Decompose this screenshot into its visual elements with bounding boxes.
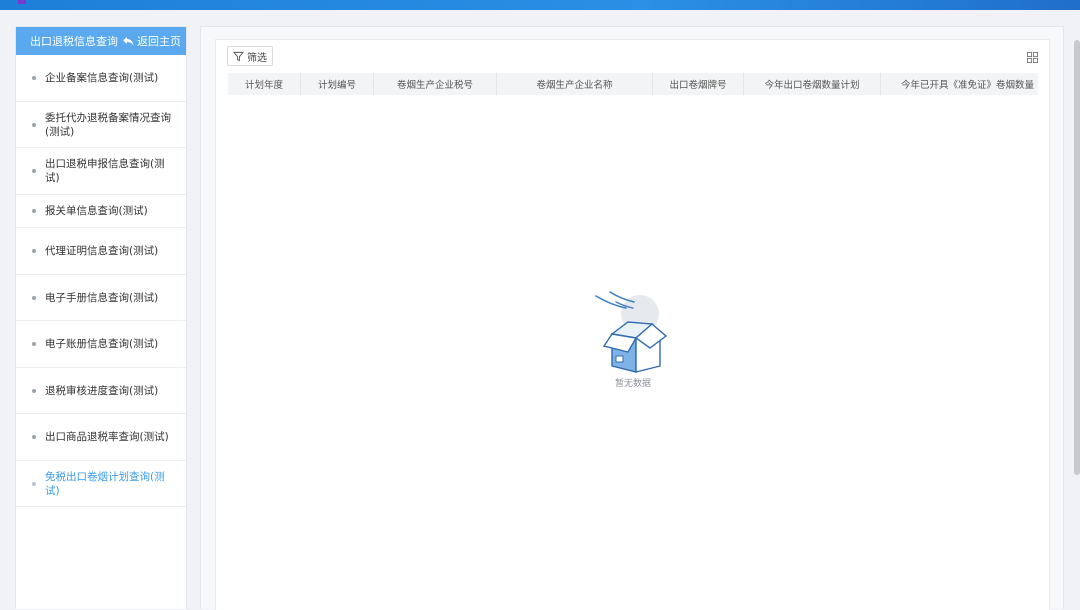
column-header[interactable]: 出口卷烟牌号: [653, 73, 744, 95]
column-header[interactable]: 计划年度: [228, 73, 301, 95]
back-home-label: 返回主页: [137, 35, 181, 48]
back-arrow-icon: [123, 37, 134, 46]
sidebar-title: 出口退税信息查询: [30, 35, 118, 48]
table-header: 计划年度 计划编号 卷烟生产企业税号 卷烟生产企业名称 出口卷烟牌号 今年出口卷烟数量计划…: [228, 73, 1038, 95]
filter-label: 筛选: [247, 52, 267, 64]
sidebar-item-label: 出口退税申报信息查询(测试): [45, 158, 165, 184]
bullet-icon: [32, 388, 36, 393]
sidebar-item-label: 出口商品退税率查询(测试): [45, 431, 169, 443]
bullet-icon: [32, 435, 36, 439]
sidebar-item-label: 电子手册信息查询(测试): [45, 291, 159, 304]
sidebar: 出口退税信息查询 返回主页 企业备案信息查询(测试) 委托代办退税备案情况查询(测…: [15, 26, 187, 609]
sidebar-item[interactable]: 电子账册信息查询(测试): [16, 321, 186, 368]
empty-box-icon: [595, 291, 668, 373]
empty-state-text: 暂无数据: [614, 379, 651, 389]
sidebar-item[interactable]: 代理证明信息查询(测试): [16, 228, 186, 275]
sidebar-item-label: 退税审核进度查询(测试): [45, 384, 159, 397]
funnel-icon: [233, 51, 244, 61]
column-header[interactable]: 卷烟生产企业税号: [374, 73, 497, 95]
sidebar-item-label: 委托代办退税备案情况查询(测试): [45, 111, 171, 138]
page-scrollbar[interactable]: [1074, 40, 1080, 475]
bullet-icon: [32, 342, 36, 346]
bullet-icon: [32, 481, 36, 486]
bullet-icon: [32, 169, 36, 173]
grid-icon[interactable]: [1027, 52, 1038, 63]
sidebar-header: 出口退税信息查询 返回主页: [16, 27, 186, 55]
bullet-icon: [32, 249, 36, 253]
sidebar-menu: 企业备案信息查询(测试) 委托代办退税备案情况查询(测试) 出口退税申报信息查询(测…: [16, 55, 186, 507]
bullet-icon: [32, 122, 36, 127]
sidebar-item[interactable]: 退税审核进度查询(测试): [16, 368, 186, 414]
sidebar-item-label: 免税出口卷烟计划查询(测试): [45, 470, 165, 497]
top-bar-accent: [18, 0, 26, 4]
top-bar: [0, 0, 1080, 10]
sidebar-item-label: 报关单信息查询(测试): [45, 205, 148, 217]
sidebar-item-label: 代理证明信息查询(测试): [45, 245, 159, 257]
back-home-link[interactable]: 返回主页: [122, 33, 181, 49]
column-header[interactable]: 今年已开具《准免证》卷烟数量: [881, 73, 1038, 95]
sidebar-item[interactable]: 报关单信息查询(测试): [16, 195, 186, 228]
bullet-icon: [32, 76, 36, 80]
filter-button[interactable]: 筛选: [227, 46, 273, 66]
column-header[interactable]: 卷烟生产企业名称: [497, 73, 653, 95]
column-header[interactable]: 今年出口卷烟数量计划: [744, 73, 881, 95]
bullet-icon: [32, 295, 36, 300]
bullet-icon: [32, 209, 36, 213]
sidebar-item[interactable]: 免税出口卷烟计划查询(测试): [16, 461, 186, 507]
sidebar-item[interactable]: 委托代办退税备案情况查询(测试): [16, 102, 186, 148]
sidebar-item[interactable]: 出口商品退税率查询(测试): [16, 414, 186, 461]
sidebar-item-label: 电子账册信息查询(测试): [45, 338, 159, 350]
content-area: 筛选 计划年度 计划编号 卷烟生产企业税号 卷烟生产企业名称 出口卷烟牌号 今年出口卷烟数…: [200, 26, 1064, 610]
column-header[interactable]: 计划编号: [301, 73, 374, 95]
results-panel: 筛选 计划年度 计划编号 卷烟生产企业税号 卷烟生产企业名称 出口卷烟牌号 今年出口卷烟数…: [215, 39, 1050, 610]
sidebar-item[interactable]: 电子手册信息查询(测试): [16, 275, 186, 321]
empty-state: 暂无数据: [588, 290, 678, 389]
sidebar-item-label: 企业备案信息查询(测试): [45, 72, 159, 84]
sidebar-item[interactable]: 企业备案信息查询(测试): [16, 55, 186, 102]
sidebar-item[interactable]: 出口退税申报信息查询(测试): [16, 148, 186, 195]
